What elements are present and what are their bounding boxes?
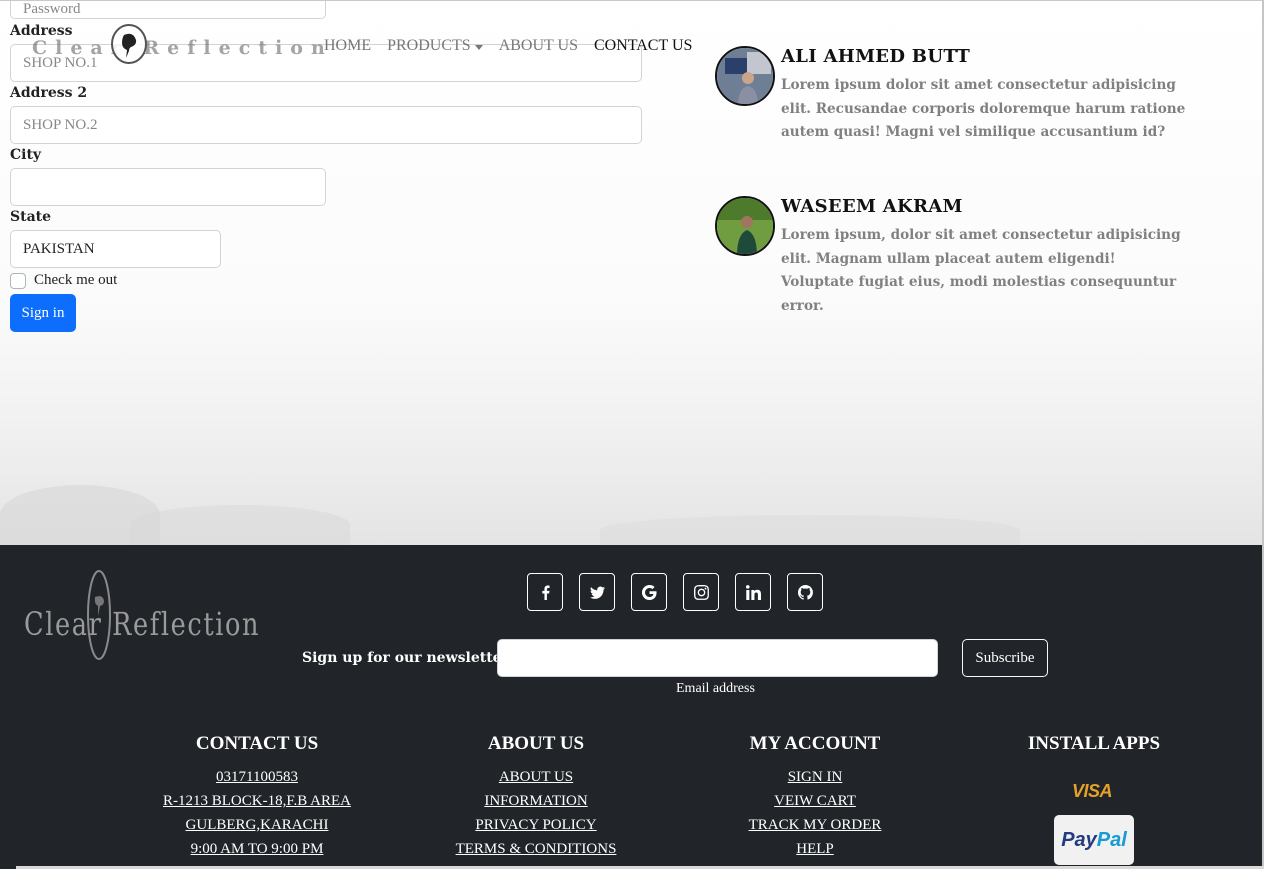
address2-input[interactable]: SHOP NO.2 — [10, 106, 642, 144]
footer-col-title: MY ACCOUNT — [749, 733, 881, 754]
paypal-label-a: Pay — [1061, 828, 1097, 851]
password-placeholder: Password — [23, 0, 81, 17]
visa-label: VISA — [1072, 781, 1113, 801]
footer-col-contact: CONTACT US 03171100583 R-1213 BLOCK-18,F… — [157, 733, 357, 861]
visa-icon[interactable]: VISA — [1072, 781, 1113, 802]
checkbox[interactable] — [10, 272, 26, 289]
paypal-label-b: Pal — [1096, 828, 1127, 851]
brand-logo-text: Clear Reflection — [32, 37, 333, 59]
footer-link[interactable]: TERMS & CONDITIONS — [436, 837, 636, 861]
footer-link[interactable]: SIGN IN — [715, 765, 915, 789]
testimonial-text: Lorem ipsum, dolor sit amet consectetur … — [781, 227, 1181, 314]
footer-link[interactable]: INFORMATION — [436, 789, 636, 813]
newsletter-hint: Email address — [676, 681, 755, 696]
brand-logo[interactable]: Clear Reflection — [32, 23, 325, 67]
testimonial-card: WASEEM AKRAM Lorem ipsum, dolor sit amet… — [715, 196, 1195, 316]
testimonial-name: ALI AHMED BUTT — [781, 46, 971, 67]
footer-link[interactable]: 9:00 AM TO 9:00 PM — [157, 837, 357, 861]
twitter-icon[interactable] — [579, 573, 615, 611]
nav-about-us[interactable]: ABOUT US — [499, 37, 578, 55]
google-icon[interactable] — [631, 573, 667, 611]
newsletter-email-input[interactable] — [497, 639, 938, 677]
check-label: Check me out — [34, 272, 118, 288]
nav-products-label: PRODUCTS — [387, 37, 471, 54]
newsletter-label: Sign up for our newsletter — [302, 650, 509, 666]
nav-about-label: ABOUT US — [498, 37, 578, 54]
state-label: State — [10, 209, 52, 225]
brand-emblem-icon — [111, 24, 147, 64]
person-photo-icon — [717, 48, 773, 104]
footer-link[interactable]: 03171100583 — [157, 765, 357, 789]
caret-down-icon — [474, 44, 483, 50]
person-photo-icon — [717, 198, 773, 254]
facebook-icon[interactable] — [527, 573, 563, 611]
city-label: City — [10, 147, 42, 163]
address2-label: Address 2 — [10, 85, 88, 101]
address2-value: SHOP NO.2 — [23, 116, 98, 133]
nav-contact-label: CONTACT US — [593, 37, 693, 54]
instagram-icon[interactable] — [683, 573, 719, 611]
footer-logo-text: Clear Reflection — [24, 605, 261, 643]
state-value: PAKISTAN — [23, 240, 95, 257]
footer-link[interactable]: TRACK MY ORDER — [715, 813, 915, 837]
footer-col-title: INSTALL APPS — [1027, 733, 1161, 754]
social-links — [527, 573, 823, 611]
nav-home-label: HOME — [324, 37, 372, 54]
testimonial-text: Lorem ipsum dolor sit amet consectetur a… — [781, 77, 1186, 140]
footer-link[interactable]: ABOUT US — [436, 765, 636, 789]
city-input[interactable] — [10, 168, 326, 206]
testimonial-card: ALI AHMED BUTT Lorem ipsum dolor sit ame… — [715, 46, 1195, 166]
hero-section: Password Address SHOP NO.1 Address 2 SHO… — [0, 0, 1264, 545]
footer-link[interactable]: VEIW CART — [715, 789, 915, 813]
footer-logo[interactable]: Clear Reflection — [24, 567, 259, 663]
testimonial-name: WASEEM AKRAM — [781, 196, 963, 217]
footer-link[interactable]: PRIVACY POLICY — [436, 813, 636, 837]
footer-link[interactable]: HELP — [715, 837, 915, 861]
footer-col-title: ABOUT US — [487, 733, 585, 754]
avatar — [715, 46, 775, 106]
state-select[interactable]: PAKISTAN — [10, 230, 221, 268]
footer-link[interactable]: R-1213 BLOCK-18,F.B AREA — [157, 789, 357, 813]
main-nav: HOME PRODUCTS ABOUT US CONTACT US — [324, 37, 708, 55]
footer-col-apps: INSTALL APPS — [994, 733, 1194, 765]
footer: Clear Reflection Sign up for our newslet… — [0, 545, 1264, 869]
subscribe-button[interactable]: Subscribe — [962, 639, 1048, 677]
paypal-icon[interactable]: Pay Pal — [1054, 815, 1134, 865]
footer-col-account: MY ACCOUNT SIGN IN VEIW CART TRACK MY OR… — [715, 733, 915, 861]
password-input[interactable]: Password — [10, 0, 326, 19]
nav-home[interactable]: HOME — [324, 37, 371, 55]
nav-products[interactable]: PRODUCTS — [387, 37, 483, 55]
avatar — [715, 196, 775, 256]
footer-link[interactable]: GULBERG,KARACHI — [157, 813, 357, 837]
sign-in-button[interactable]: Sign in — [10, 294, 76, 332]
linkedin-icon[interactable] — [735, 573, 771, 611]
nav-contact-us[interactable]: CONTACT US — [594, 37, 692, 55]
footer-col-about: ABOUT US ABOUT US INFORMATION PRIVACY PO… — [436, 733, 636, 861]
fog-decoration — [600, 515, 1020, 545]
fog-decoration — [130, 505, 350, 545]
footer-col-title: CONTACT US — [195, 733, 319, 754]
check-me-out[interactable]: Check me out — [10, 272, 117, 289]
github-icon[interactable] — [787, 573, 823, 611]
